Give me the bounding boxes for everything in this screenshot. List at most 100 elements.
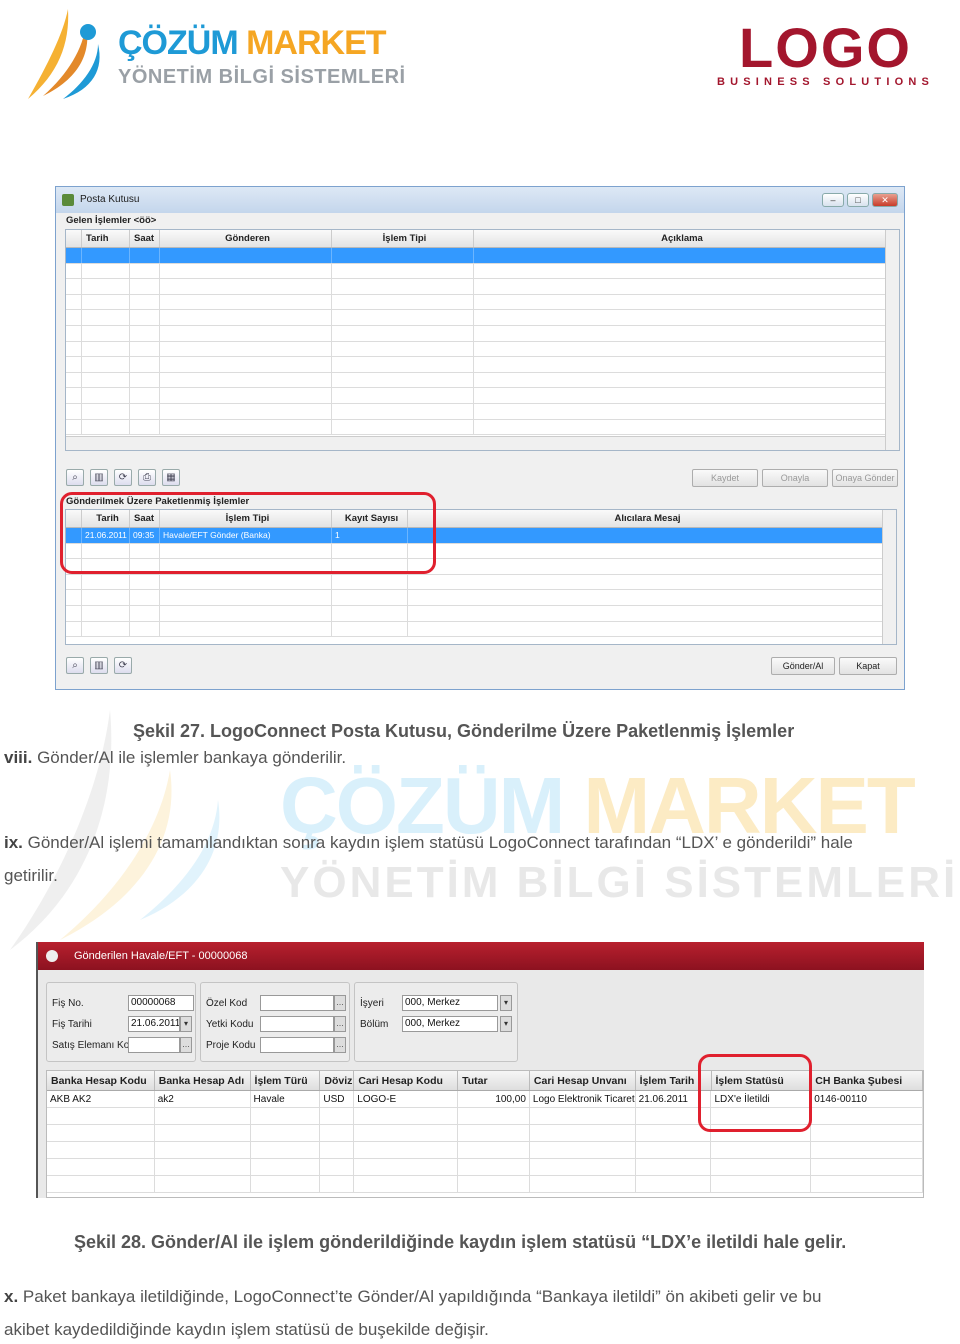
highlight-box [698,1054,812,1132]
isyeri-select[interactable]: 000, Merkez [402,995,498,1011]
col-cari-hesap-kodu[interactable]: Cari Hesap Kodu [354,1071,459,1090]
print-icon[interactable]: ⎙ [138,469,156,486]
packaged-vertical-scrollbar[interactable] [882,510,896,644]
calendar-icon[interactable]: ▾ [180,1016,192,1032]
gonderilen-havale-window: Gönderilen Havale/EFT - 00000068 Fiş No.… [36,942,924,1198]
minimize-button[interactable]: – [822,193,844,207]
table-row[interactable] [66,590,896,606]
col-alicilara-mesaj[interactable]: Alıcılara Mesaj [408,510,884,527]
table-row[interactable] [47,1176,923,1193]
yetki-kodu-label: Yetki Kodu [206,1019,254,1030]
delete-icon[interactable]: ▥ [90,469,108,486]
table-row[interactable] [66,341,899,358]
table-row[interactable] [66,419,899,436]
figure-28-caption: Şekil 28. Gönder/Al ile işlem gönderildi… [74,1232,847,1252]
window2-titlebar: Gönderilen Havale/EFT - 00000068 [38,942,924,970]
bolum-select[interactable]: 000, Merkez [402,1016,498,1032]
incoming-toolbar: ⌕ ▥ ⟳ ⎙ ▦ [66,469,180,486]
chevron-down-icon[interactable]: ▾ [500,995,512,1011]
window-titlebar: Posta Kutusu – □ ✕ [56,187,904,213]
yetki-kodu-field[interactable] [260,1016,334,1032]
save-button[interactable]: Kaydet [692,469,758,487]
maximize-button[interactable]: □ [847,193,869,207]
proje-kodu-label: Proje Kodu [206,1040,256,1051]
close-button[interactable]: Kapat [839,657,897,675]
figure-27-caption: Şekil 27. LogoConnect Posta Kutusu, Gönd… [133,721,795,741]
col-aciklama[interactable]: Açıklama [474,230,887,247]
logo-tagline: BUSINESS SOLUTIONS [716,76,935,88]
ozel-kod-label: Özel Kod [206,998,248,1009]
chevron-down-icon[interactable]: ▾ [500,1016,512,1032]
paragraph-x: x. Paket bankaya iletildiğinde, LogoConn… [4,1287,822,1339]
col-saat[interactable]: Saat [130,230,160,247]
paragraph-viii: viii. Gönder/Al ile işlemler bankaya gön… [4,748,347,767]
delete-icon[interactable]: ▥ [90,657,108,674]
col-cari-hesap-unvani[interactable]: Cari Hesap Unvanı [530,1071,636,1090]
app-icon [46,950,58,962]
details-icon[interactable]: ▦ [162,469,180,486]
ozel-kod-field[interactable] [260,995,334,1011]
table-row[interactable] [66,388,899,404]
table-row[interactable] [66,621,896,638]
table-row[interactable] [47,1142,923,1159]
approve-button[interactable]: Onayla [762,469,828,487]
fis-tarihi-field[interactable]: 21.06.2011 [128,1016,180,1032]
incoming-grid-header: Tarih Saat Gönderen İşlem Tipi Açıklama [66,230,899,248]
col-gonderen[interactable]: Gönderen [160,230,332,247]
col-islem-tipi[interactable]: İşlem Tipi [332,230,474,247]
incoming-horizontal-scrollbar[interactable] [66,436,885,450]
lookup-icon[interactable]: … [180,1037,192,1053]
table-row[interactable] [47,1159,923,1176]
incoming-grid[interactable]: Tarih Saat Gönderen İşlem Tipi Açıklama [65,229,900,451]
send-receive-button[interactable]: Gönder/Al [771,657,835,675]
fis-no-label: Fiş No. [52,998,84,1009]
table-row[interactable] [66,605,896,622]
col-doviz[interactable]: Döviz [320,1071,355,1090]
send-for-approval-button[interactable]: Onaya Gönder [832,469,898,487]
incoming-vertical-scrollbar[interactable] [885,230,899,450]
col-banka-hesap-adi[interactable]: Banka Hesap Adı [155,1071,251,1090]
logo-wordmark: LOGO [739,16,912,79]
search-icon[interactable]: ⌕ [66,657,84,674]
fis-tarihi-label: Fiş Tarihi [52,1019,92,1030]
mailbox-icon [62,194,74,206]
paragraph-ix: ix. Gönder/Al işlemi tamamlandıktan sonr… [4,833,853,885]
fis-no-field[interactable]: 00000068 [128,995,194,1011]
cozum-market-logo: ÇÖZÜM MARKET YÖNETİM BİLGİ SİSTEMLERİ [8,4,408,104]
brand-title: ÇÖZÜM MARKET [118,24,387,62]
proje-kodu-field[interactable] [260,1037,334,1053]
logo-business-solutions: LOGO BUSINESS SOLUTIONS [713,20,938,95]
table-row[interactable] [66,279,899,295]
incoming-section-label: Gelen İşlemler <öö> [66,215,157,226]
table-row[interactable] [66,574,896,591]
col-tarih[interactable]: Tarih [82,230,130,247]
packaged-toolbar: ⌕ ▥ ⟳ [66,657,132,674]
bolum-label: Bölüm [360,1019,389,1030]
col-banka-hesap-kodu[interactable]: Banka Hesap Kodu [47,1071,155,1090]
window-title: Posta Kutusu [80,194,140,205]
isyeri-label: İşyeri [360,998,384,1009]
lookup-icon[interactable]: … [334,1016,346,1032]
close-window-button[interactable]: ✕ [872,193,898,207]
select-all-checkbox[interactable] [66,230,82,247]
refresh-icon[interactable]: ⟳ [114,469,132,486]
table-row[interactable] [66,310,899,326]
highlight-box [60,492,436,574]
search-icon[interactable]: ⌕ [66,469,84,486]
table-row[interactable] [66,372,899,389]
lookup-icon[interactable]: … [334,1037,346,1053]
table-row[interactable] [66,248,899,264]
col-ch-banka-subesi[interactable]: CH Banka Şubesi [811,1071,923,1090]
table-row[interactable] [66,325,899,342]
swirl-logo-icon [28,9,100,99]
table-row[interactable] [66,294,899,311]
table-row[interactable] [66,357,899,373]
table-row[interactable] [66,403,899,420]
col-islem-turu[interactable]: İşlem Türü [251,1071,321,1090]
col-tutar[interactable]: Tutar [458,1071,530,1090]
table-row[interactable] [66,263,899,280]
window2-title: Gönderilen Havale/EFT - 00000068 [74,950,248,962]
satis-elemani-field[interactable] [128,1037,180,1053]
lookup-icon[interactable]: … [334,995,346,1011]
refresh-icon[interactable]: ⟳ [114,657,132,674]
